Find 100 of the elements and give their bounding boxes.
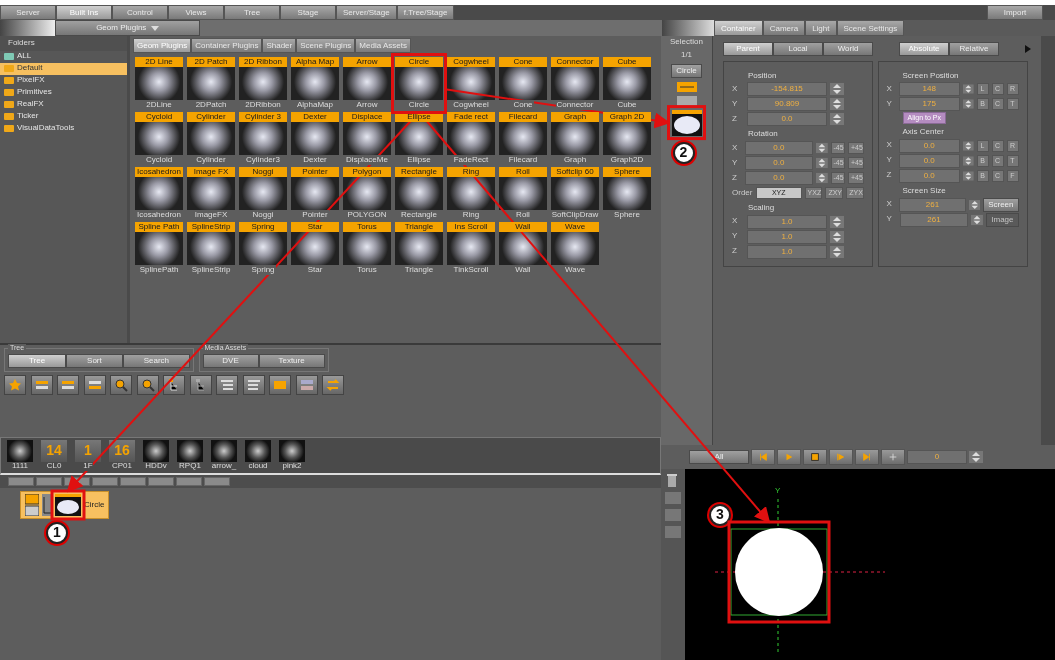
value-field[interactable]: 0.0 bbox=[898, 168, 960, 183]
menu-tab[interactable]: Server bbox=[0, 5, 56, 20]
filter-dropdown[interactable]: All bbox=[689, 450, 749, 464]
player-button[interactable] bbox=[751, 449, 775, 465]
asset-thumbnail[interactable] bbox=[245, 440, 271, 463]
circle-object[interactable] bbox=[735, 528, 823, 616]
plugin-thumbnail[interactable] bbox=[239, 122, 287, 155]
value-field[interactable]: 148 bbox=[898, 82, 960, 97]
value-field[interactable]: 261 bbox=[899, 197, 966, 212]
plugin-thumbnail[interactable] bbox=[343, 122, 391, 155]
panel-tab[interactable]: Sort bbox=[66, 354, 123, 368]
plugin-thumbnail[interactable] bbox=[343, 232, 391, 265]
plugin-tab[interactable]: Media Assets bbox=[355, 38, 411, 53]
plugin-thumbnail[interactable] bbox=[239, 177, 287, 210]
size-button[interactable]: Screen bbox=[983, 197, 1019, 212]
value-field[interactable]: 0.0 bbox=[745, 171, 813, 186]
toolbar-button[interactable] bbox=[189, 375, 212, 395]
toolbar-button[interactable] bbox=[269, 375, 291, 395]
plugin-thumbnail[interactable] bbox=[447, 122, 495, 155]
plugin-thumbnail[interactable] bbox=[135, 122, 183, 155]
plugin-thumbnail[interactable] bbox=[447, 177, 495, 210]
plugin-dropdown[interactable]: Geom Plugins bbox=[55, 20, 200, 36]
toolbar-button[interactable] bbox=[110, 375, 132, 395]
container-node[interactable]: Circle bbox=[20, 491, 110, 519]
value-field[interactable]: 0.0 bbox=[898, 153, 960, 168]
folder-item[interactable]: Default bbox=[0, 62, 127, 75]
frame-field[interactable]: 0 bbox=[907, 450, 967, 464]
plugin-thumbnail[interactable] bbox=[187, 122, 235, 155]
toolbar-button[interactable] bbox=[242, 375, 265, 395]
plugin-thumbnail[interactable] bbox=[291, 67, 339, 100]
toolbar-button[interactable] bbox=[163, 375, 185, 395]
value-field[interactable]: 175 bbox=[898, 97, 960, 112]
plugin-thumbnail[interactable] bbox=[187, 232, 235, 265]
plugin-thumbnail[interactable] bbox=[395, 232, 443, 265]
import-button[interactable]: Import bbox=[987, 5, 1043, 20]
plugin-thumbnail[interactable] bbox=[499, 67, 547, 100]
menu-tab[interactable]: Views bbox=[168, 5, 224, 20]
value-field[interactable]: 0.0 bbox=[898, 138, 960, 153]
toolbar-button[interactable] bbox=[216, 375, 238, 395]
property-tab[interactable]: Light bbox=[805, 20, 837, 36]
plugin-thumbnail[interactable] bbox=[499, 232, 547, 265]
plugin-thumbnail[interactable] bbox=[551, 177, 599, 210]
plugin-thumbnail[interactable] bbox=[603, 177, 651, 210]
folder-item[interactable]: RealFX bbox=[0, 98, 127, 111]
property-tab[interactable]: Container bbox=[714, 20, 763, 36]
panel-tab[interactable]: Tree bbox=[8, 354, 67, 368]
mode-button[interactable]: Relative bbox=[949, 42, 999, 56]
folder-item[interactable]: ALL bbox=[0, 50, 127, 63]
value-field[interactable]: 1.0 bbox=[747, 214, 827, 229]
plugin-thumbnail[interactable] bbox=[551, 122, 599, 155]
value-field[interactable]: 0.0 bbox=[747, 112, 827, 127]
value-field[interactable]: 1.0 bbox=[747, 229, 827, 244]
player-button[interactable] bbox=[881, 449, 905, 465]
asset-thumbnail[interactable] bbox=[7, 440, 33, 463]
number-thumbnail[interactable]: 16 bbox=[109, 440, 135, 463]
plugin-thumbnail[interactable] bbox=[187, 67, 235, 100]
value-field[interactable]: -154.815 bbox=[747, 82, 827, 97]
plugin-thumbnail[interactable] bbox=[343, 67, 391, 100]
toolbar-button[interactable] bbox=[4, 375, 26, 395]
plugin-thumbnail[interactable] bbox=[447, 232, 495, 265]
plugin-thumbnail[interactable] bbox=[499, 122, 547, 155]
property-tab[interactable]: Scene Settings bbox=[836, 20, 905, 36]
player-button[interactable] bbox=[803, 449, 827, 465]
mode-button[interactable]: World bbox=[823, 42, 873, 56]
plugin-thumbnail[interactable] bbox=[603, 67, 651, 100]
toolbar-button[interactable] bbox=[295, 375, 318, 395]
menu-tab[interactable]: Server/Stage bbox=[336, 5, 397, 20]
toolbar-button[interactable] bbox=[322, 375, 344, 395]
asset-thumbnail[interactable] bbox=[279, 440, 305, 463]
toolbar-button[interactable] bbox=[83, 375, 106, 395]
menu-tab[interactable]: f.Tree/Stage bbox=[396, 5, 455, 20]
mode-button[interactable]: Local bbox=[773, 42, 823, 56]
menu-tab[interactable]: Tree bbox=[224, 5, 280, 20]
selection-button[interactable]: Circle bbox=[671, 63, 702, 78]
folder-item[interactable]: PixelFX bbox=[0, 74, 127, 87]
property-tab[interactable]: Camera bbox=[762, 20, 806, 36]
plugin-thumbnail[interactable] bbox=[551, 232, 599, 265]
plugin-tab[interactable]: Scene Plugins bbox=[296, 38, 356, 53]
plugin-thumbnail[interactable] bbox=[395, 67, 443, 100]
player-button[interactable] bbox=[855, 449, 879, 465]
panel-tab[interactable]: DVE bbox=[202, 354, 259, 368]
plugin-thumbnail[interactable] bbox=[135, 177, 183, 210]
plugin-thumbnail[interactable] bbox=[135, 67, 183, 100]
plugin-thumbnail[interactable] bbox=[135, 232, 183, 265]
toolbar-button[interactable] bbox=[30, 375, 53, 395]
plugin-thumbnail[interactable] bbox=[239, 232, 287, 265]
value-field[interactable]: 0.0 bbox=[745, 141, 813, 156]
plugin-thumbnail[interactable] bbox=[239, 67, 287, 100]
plugin-thumbnail[interactable] bbox=[499, 177, 547, 210]
plugin-tab[interactable]: Shader bbox=[262, 38, 297, 53]
plugin-thumbnail[interactable] bbox=[291, 232, 339, 265]
asset-thumbnail[interactable] bbox=[211, 440, 237, 463]
folder-item[interactable]: Primitives bbox=[0, 86, 127, 99]
panel-tab[interactable]: Texture bbox=[258, 354, 325, 368]
plugin-thumbnail[interactable] bbox=[551, 67, 599, 100]
menu-tab[interactable]: Built Ins bbox=[56, 5, 112, 20]
plugin-thumbnail[interactable] bbox=[395, 177, 443, 210]
asset-thumbnail[interactable] bbox=[177, 440, 203, 463]
mode-button[interactable]: Parent bbox=[723, 42, 773, 56]
toolbar-button[interactable] bbox=[57, 375, 79, 395]
